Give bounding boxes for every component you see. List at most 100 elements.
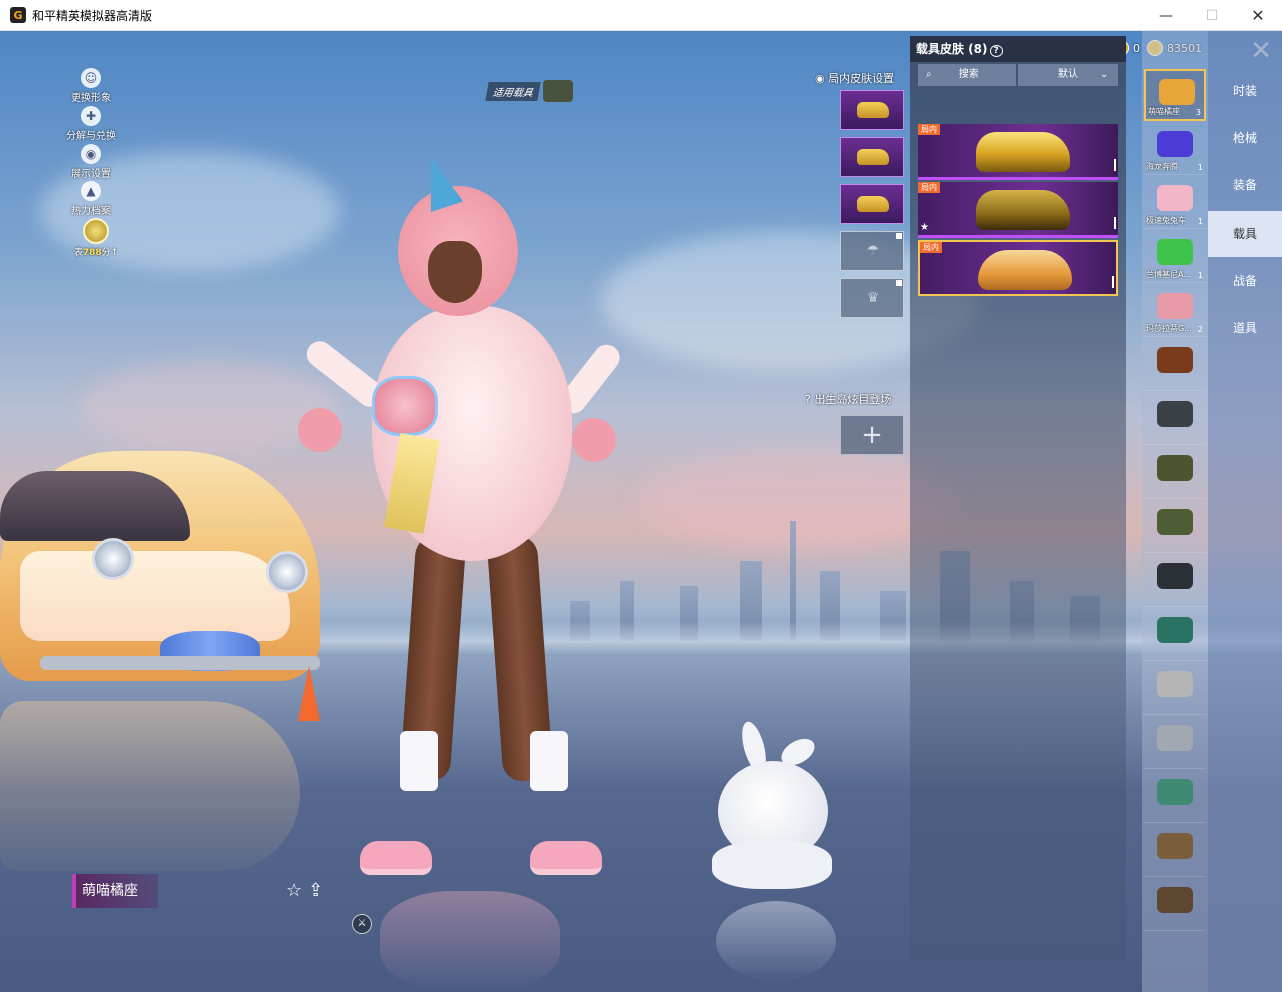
window-close-button[interactable]: ✕ (1235, 0, 1281, 31)
lamborghini-thumbnail (976, 132, 1070, 172)
character-reflection (380, 891, 560, 991)
sedan-icon (1157, 671, 1193, 697)
help-icon[interactable]: ? (989, 45, 1003, 57)
vehicle-count: 2 (1197, 325, 1203, 334)
currency-value: 0 (1133, 41, 1140, 55)
character-cuff (572, 418, 616, 462)
vehicle-item-coupe[interactable] (1144, 717, 1206, 769)
vehicle-window (0, 471, 190, 541)
lock-marker (896, 233, 902, 239)
search-icon: ⌕ (926, 69, 935, 80)
vehicle-thumbnail-icon (1157, 293, 1193, 319)
birth-island-add-button[interactable]: + (840, 415, 904, 455)
apply-vehicle-label: 适用载具 (485, 81, 541, 101)
window-titlebar: G 和平精英模拟器高清版 — ☐ ✕ (0, 0, 1282, 31)
vehicle-count: 1 (1197, 217, 1203, 226)
ingame-skin-slot-locked[interactable]: ☂ (840, 231, 904, 271)
sports-car-icon (1157, 617, 1193, 643)
skin-card-selected[interactable]: 局内 (918, 240, 1118, 296)
vehicle-count: 3 (1195, 108, 1201, 117)
vehicle-thumbnail-icon (1157, 185, 1193, 211)
vehicle-name: 海龙奔腾 (1146, 162, 1178, 171)
avatar-icon: ☺ (81, 68, 101, 88)
vehicle-item-jeep[interactable] (1144, 447, 1206, 499)
decompose-button[interactable]: ✚ 分解与兑换 (60, 106, 122, 142)
ingame-skin-slot[interactable] (840, 90, 904, 130)
favorite-star-icon[interactable]: ☆ (286, 880, 302, 901)
menu-label: 热力档案 (71, 206, 111, 217)
vehicle-name: 萌喵橘座 (1148, 107, 1180, 116)
panel-title: 载具皮肤 (8)? (910, 36, 1126, 62)
birth-island-title: ? 出生岛炫目登场 (805, 393, 892, 406)
skin-card[interactable]: 局内 (918, 124, 1118, 180)
vehicle-count: 1 (1197, 271, 1203, 280)
score-button[interactable]: 表788分↑ (66, 218, 126, 258)
vehicle-item[interactable]: 海龙奔腾 1 (1144, 123, 1206, 175)
vehicle-item[interactable]: 兰博基尼A... 1 (1144, 231, 1206, 283)
vehicle-name: 极速兔兔车 (1146, 216, 1186, 225)
vehicle-name-tag: 萌喵橘座 (72, 874, 158, 908)
vehicle-item-sedan[interactable] (1144, 663, 1206, 715)
indicator-bar (1112, 276, 1114, 288)
character-slipper (530, 841, 602, 875)
car-thumbnail-icon (857, 149, 889, 165)
sort-dropdown[interactable]: 默认 ⌄ (1018, 64, 1118, 86)
window-title: 和平精英模拟器高清版 (32, 8, 153, 23)
coupe-icon (1157, 725, 1193, 751)
share-icon[interactable]: ⇪ (308, 880, 323, 901)
search-input[interactable]: ⌕ 搜索 (918, 64, 1016, 86)
tab-battle-prep[interactable]: 战备 (1208, 258, 1282, 304)
tab-equipment[interactable]: 装备 (1208, 162, 1282, 208)
menu-label: 分解与兑换 (66, 131, 116, 142)
vehicle-reflection (0, 701, 300, 871)
eye-icon: ◉ (81, 144, 101, 164)
apply-vehicle-tag[interactable]: 适用载具 (485, 80, 573, 102)
jeep-icon (543, 80, 573, 102)
tab-weapons[interactable]: 枪械 (1208, 115, 1282, 161)
vehicle-skin-panel: 载具皮肤 (8)? ⌕ 搜索 默认 ⌄ 局内 局内 ★ 局内 (910, 36, 1126, 961)
horse-icon (1157, 347, 1193, 373)
ingame-skin-slot[interactable] (840, 184, 904, 224)
help-icon[interactable]: ? (805, 393, 814, 406)
vehicle-item-pickup[interactable] (1144, 825, 1206, 877)
vehicle-item-pickup-2[interactable] (1144, 879, 1206, 931)
vehicle-item-sports-car[interactable] (1144, 609, 1206, 661)
change-appearance-button[interactable]: ☺ 更换形象 (60, 68, 122, 104)
bunny-reflection (716, 901, 836, 981)
jeep-icon (1157, 455, 1193, 481)
vehicle-type-list: 萌喵橘座 3 海龙奔腾 1 极速兔兔车 1 兰博基尼A... 1 玛莎拉蒂G..… (1142, 31, 1208, 992)
car-thumbnail-icon (857, 196, 889, 212)
jeep-icon (1157, 509, 1193, 535)
lamborghini-thumbnail (976, 190, 1070, 230)
display-settings-button[interactable]: ◉ 展示设置 (60, 144, 122, 180)
vehicle-item-jeep-open[interactable] (1144, 501, 1206, 553)
minimize-button[interactable]: — (1143, 0, 1189, 31)
maximize-button[interactable]: ☐ (1189, 0, 1235, 31)
ingame-skin-slot-locked[interactable]: ♛ (840, 278, 904, 318)
vehicle-item-horse[interactable] (1144, 339, 1206, 391)
weapon-icon[interactable]: ⚔ (352, 914, 372, 934)
vehicle-item[interactable]: 玛莎拉蒂G... 2 (1144, 285, 1206, 337)
bunny-body (712, 841, 832, 889)
tab-fashion[interactable]: 时装 (1208, 68, 1282, 114)
heat-archive-button[interactable]: ▲ 热力档案 (60, 181, 122, 217)
character-sock (400, 731, 438, 791)
tab-vehicles[interactable]: 载具 (1208, 211, 1282, 257)
vehicle-item[interactable]: 萌喵橘座 3 (1144, 69, 1206, 121)
action-icons: ☆ ⇪ (286, 880, 323, 901)
skin-tag: 局内 (918, 182, 940, 193)
traffic-cone (298, 666, 320, 721)
vehicle-item-bus[interactable] (1144, 771, 1206, 823)
ingame-skin-settings-title[interactable]: ◉ 局内皮肤设置 (815, 70, 894, 86)
tab-items[interactable]: 道具 (1208, 305, 1282, 351)
ingame-skin-slot[interactable] (840, 137, 904, 177)
vehicle-item-monster-truck[interactable] (1144, 555, 1206, 607)
cat-car-thumbnail (978, 250, 1072, 290)
skin-tag: 局内 (920, 242, 942, 253)
skin-card[interactable]: 局内 ★ (918, 182, 1118, 238)
crown-icon: ♛ (866, 290, 880, 306)
vehicle-item[interactable]: 极速兔兔车 1 (1144, 177, 1206, 229)
character-sock (530, 731, 568, 791)
vehicle-item-motorcycle[interactable] (1144, 393, 1206, 445)
parachute-icon: ☂ (866, 243, 880, 259)
